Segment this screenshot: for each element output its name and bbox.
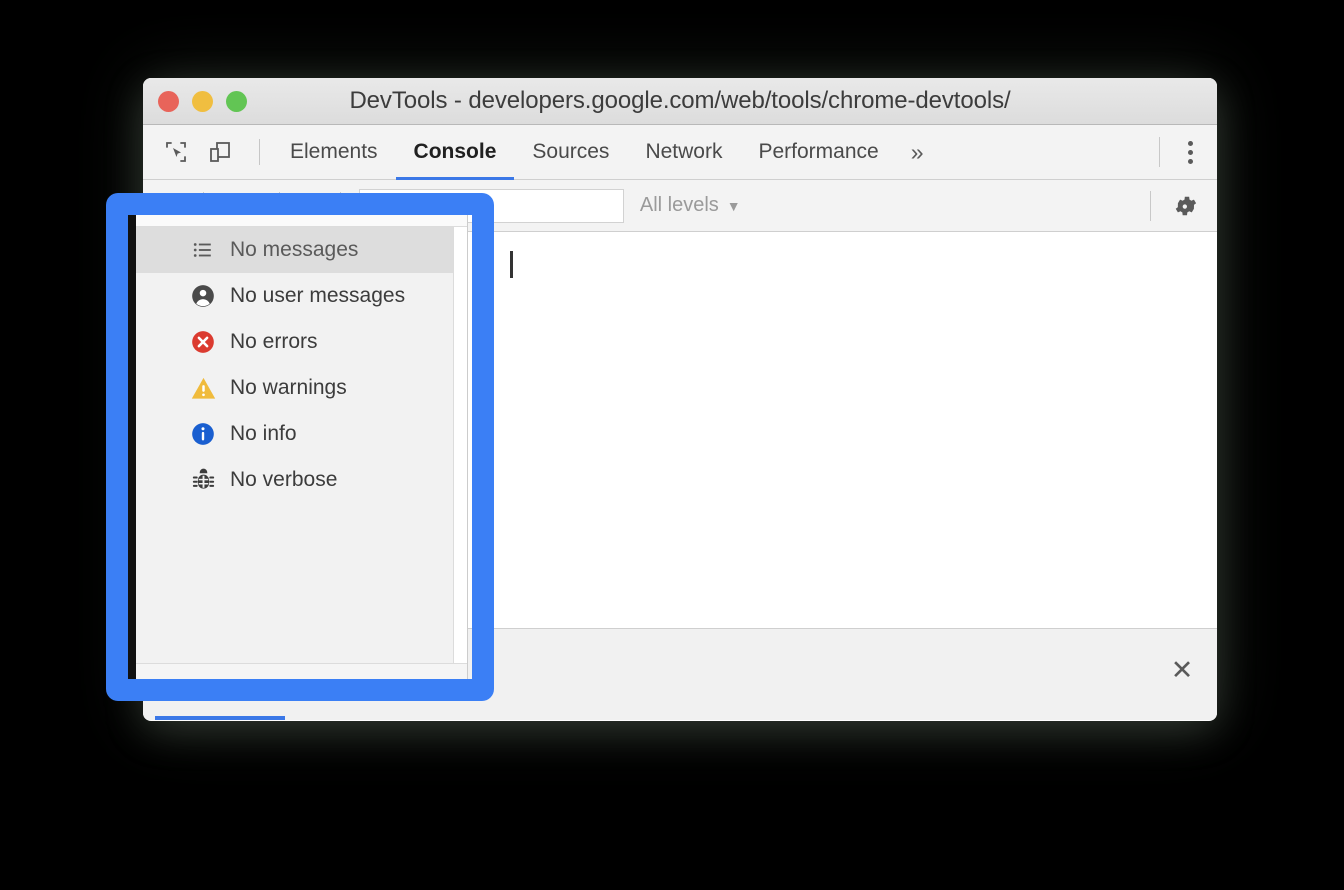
menu-item-no-warnings[interactable]: No warnings [136, 365, 467, 411]
console-toolbar-right [1150, 188, 1205, 224]
menu-item-no-verbose[interactable]: No verbose [136, 457, 467, 503]
window-title: DevTools - developers.google.com/web/too… [349, 87, 1011, 114]
tabbar-right-divider [1159, 137, 1160, 167]
menu-item-no-info[interactable]: No info [136, 411, 467, 457]
person-icon [188, 281, 218, 311]
tabbar-divider [259, 139, 260, 165]
panel-tabs: Elements Console Sources Network Perform… [272, 125, 938, 180]
inspect-element-icon[interactable] [159, 135, 193, 169]
menu-item-label: No info [230, 422, 297, 445]
close-window-button[interactable] [158, 90, 179, 112]
menu-item-label: No user messages [230, 284, 406, 307]
screenshot-canvas: DevTools - developers.google.com/web/too… [0, 0, 1344, 890]
tabbar-right-controls [1159, 125, 1217, 179]
tab-console[interactable]: Console [395, 125, 515, 180]
menu-item-label: No messages [230, 238, 359, 261]
device-toolbar-icon[interactable] [203, 135, 237, 169]
window-titlebar: DevTools - developers.google.com/web/too… [143, 78, 1217, 125]
bug-icon [188, 465, 218, 495]
maximize-window-button[interactable] [226, 90, 247, 112]
tabbar-tool-icons [143, 135, 272, 169]
tab-elements[interactable]: Elements [272, 125, 396, 179]
devtools-tabbar: Elements Console Sources Network Perform… [143, 125, 1217, 180]
menu-bottom-strip [136, 663, 467, 683]
minimize-window-button[interactable] [192, 90, 213, 112]
menu-item-no-messages[interactable]: No messages [136, 227, 467, 273]
kebab-menu-icon[interactable] [1178, 135, 1203, 170]
log-levels-label: All levels [639, 194, 719, 216]
log-levels-dropdown[interactable]: All levels ▼ [640, 194, 741, 217]
chevron-down-icon: ▼ [726, 197, 741, 214]
traffic-lights [158, 90, 247, 112]
tab-performance[interactable]: Performance [740, 125, 896, 179]
menu-item-label: No warnings [230, 376, 347, 399]
menu-top-strip [136, 210, 467, 227]
menu-item-no-user-messages[interactable]: No user messages [136, 273, 467, 319]
close-icon[interactable]: ✕ [1167, 655, 1197, 685]
text-caret [510, 251, 513, 278]
menu-item-label: No errors [230, 330, 318, 353]
tab-sources[interactable]: Sources [514, 125, 627, 179]
drawer-active-tab-indicator [155, 716, 285, 720]
console-toolbar-divider-4 [1150, 190, 1151, 221]
list-icon [188, 235, 218, 265]
info-icon [188, 419, 218, 449]
menu-item-no-errors[interactable]: No errors [136, 319, 467, 365]
warning-icon [188, 373, 218, 403]
tab-network[interactable]: Network [627, 125, 740, 179]
error-icon [188, 327, 218, 357]
menu-scrollbar-track[interactable] [453, 227, 467, 663]
gear-icon[interactable] [1169, 188, 1205, 224]
tabs-overflow-button[interactable]: » [897, 125, 938, 179]
menu-item-label: No verbose [230, 468, 338, 491]
log-levels-menu: No messages No user messages No errors N… [135, 210, 468, 684]
